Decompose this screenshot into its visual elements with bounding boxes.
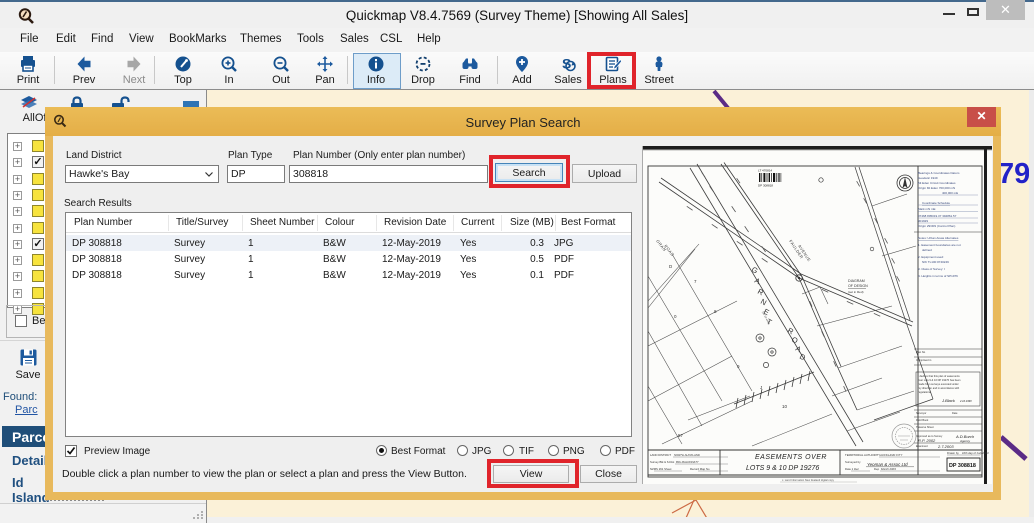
svg-text:Bearings & Coordinates Datum: Bearings & Coordinates Datum (918, 171, 960, 175)
svg-text:over Lots 9 & 10 DP 19276 has: over Lots 9 & 10 DP 19276 has been (918, 378, 961, 382)
svg-text:LAND DISTRICT: LAND DISTRICT (650, 453, 671, 457)
svg-text:400,000 mE: 400,000 mE (942, 191, 958, 195)
svg-text:DP 308818: DP 308818 (758, 184, 773, 188)
svg-text:Dec: Dec (854, 467, 860, 471)
svg-text:AUCKLAND CITY: AUCKLAND CITY (879, 453, 904, 457)
svg-text:2.10.1998: 2.10.1998 (959, 399, 972, 403)
svg-text:defined: defined (922, 248, 932, 252)
svg-text:Geodetic 1949: Geodetic 1949 (918, 176, 938, 180)
svg-text:EASEMENTS OVER: EASEMENTS OVER (755, 454, 827, 461)
svg-text:LOTS 9 & 10 DP 19276: LOTS 9 & 10 DP 19276 (746, 465, 819, 472)
svg-text:Agency: Agency (959, 439, 971, 443)
svg-text:R.P. 2002: R.P. 2002 (918, 438, 936, 443)
svg-text:NIK TL100 #740249: NIK TL100 #740249 (922, 260, 949, 264)
svg-text:Mark mN mE: Mark mN mE (918, 207, 936, 211)
svg-text:Surveyed by: Surveyed by (845, 460, 861, 464)
svg-text:Origin Mt Eden 700,000 mN: Origin Mt Eden 700,000 mN (918, 186, 955, 190)
svg-text:Examined: Examined (916, 444, 928, 448)
svg-text:07468 805019.37 394861.57: 07468 805019.37 394861.57 (918, 214, 957, 218)
svg-text:Dep: Dep (874, 467, 880, 471)
svg-text:Plan No: Plan No (916, 350, 926, 354)
svg-text:NZMS 261 Sheet: NZMS 261 Sheet (650, 467, 672, 471)
svg-text:Survey Blk & S.Dist: Survey Blk & S.Dist (650, 460, 674, 464)
svg-text:Drawn by: Drawn by (947, 451, 959, 455)
svg-text:DIAGRAM: DIAGRAM (848, 279, 865, 283)
svg-text:Date: Date (952, 411, 958, 415)
svg-text:(set in Red): (set in Red) (848, 290, 864, 294)
svg-text:4. Heights in terms of SP1976: 4. Heights in terms of SP1976 (918, 274, 958, 278)
svg-text:Date 1: Date 1 (845, 467, 854, 471)
svg-text:BIG MALDONATY: BIG MALDONATY (676, 460, 700, 464)
svg-text:Traverse Sheet: Traverse Sheet (916, 425, 934, 429)
svg-text:2. Equipment used:: 2. Equipment used: (918, 255, 944, 259)
svg-text:Field Book: Field Book (916, 418, 929, 422)
svg-text:10: 10 (782, 404, 788, 409)
svg-text:J.Black: J.Black (941, 398, 956, 403)
svg-text:TERRITORIAL AUTHORITY: TERRITORIAL AUTHORITY (845, 453, 880, 457)
svg-text:Notes: Urban Areas Alternates: Notes: Urban Areas Alternates (918, 236, 959, 240)
svg-text:Comprised in: Comprised in (916, 358, 932, 362)
svg-text:my direction and in accordance: my direction and in accordance with (918, 386, 960, 390)
svg-text:J: J (760, 385, 762, 390)
svg-text:OF DESIGN: OF DESIGN (848, 284, 868, 288)
svg-text:3. Class of Survey: I: 3. Class of Survey: I (918, 267, 945, 271)
svg-text:10th day of July 2003: 10th day of July 2003 (962, 451, 989, 455)
svg-text:made from surveys executed und: made from surveys executed under (918, 382, 959, 386)
svg-text:Coordinate Schedule: Coordinate Schedule (922, 201, 950, 205)
svg-text:DP 308818: DP 308818 (949, 463, 976, 469)
svg-text:2.7.2003: 2.7.2003 (937, 444, 954, 449)
svg-text:regulations: regulations (918, 390, 931, 394)
svg-text:NORTH AUCKLAND: NORTH AUCKLAND (674, 453, 700, 457)
svg-text:LT 470814: LT 470814 (758, 169, 772, 173)
svg-text:1. Easement boundaries are not: 1. Easement boundaries are not (918, 243, 961, 247)
svg-text:Surveyor: Surveyor (916, 411, 927, 415)
svg-text:Record Map No: Record Map No (690, 467, 710, 471)
svg-text:57: 57 (678, 433, 684, 438)
svg-text:Origin 29/309 (Control Plan): Origin 29/309 (Control Plan) (918, 224, 955, 228)
svg-text:c. Land Information New Zealan: c. Land Information New Zealand digital … (782, 478, 835, 482)
svg-text:Mt Eden Circuit Coordinates: Mt Eden Circuit Coordinates (918, 181, 956, 185)
svg-text:Yeoman & Assoc Ltd: Yeoman & Assoc Ltd (867, 462, 908, 467)
svg-text:I declare that this plan of ea: I declare that this plan of easements (918, 374, 960, 378)
svg-text:March 2003: March 2003 (881, 467, 896, 471)
svg-text:301929: 301929 (918, 219, 928, 223)
